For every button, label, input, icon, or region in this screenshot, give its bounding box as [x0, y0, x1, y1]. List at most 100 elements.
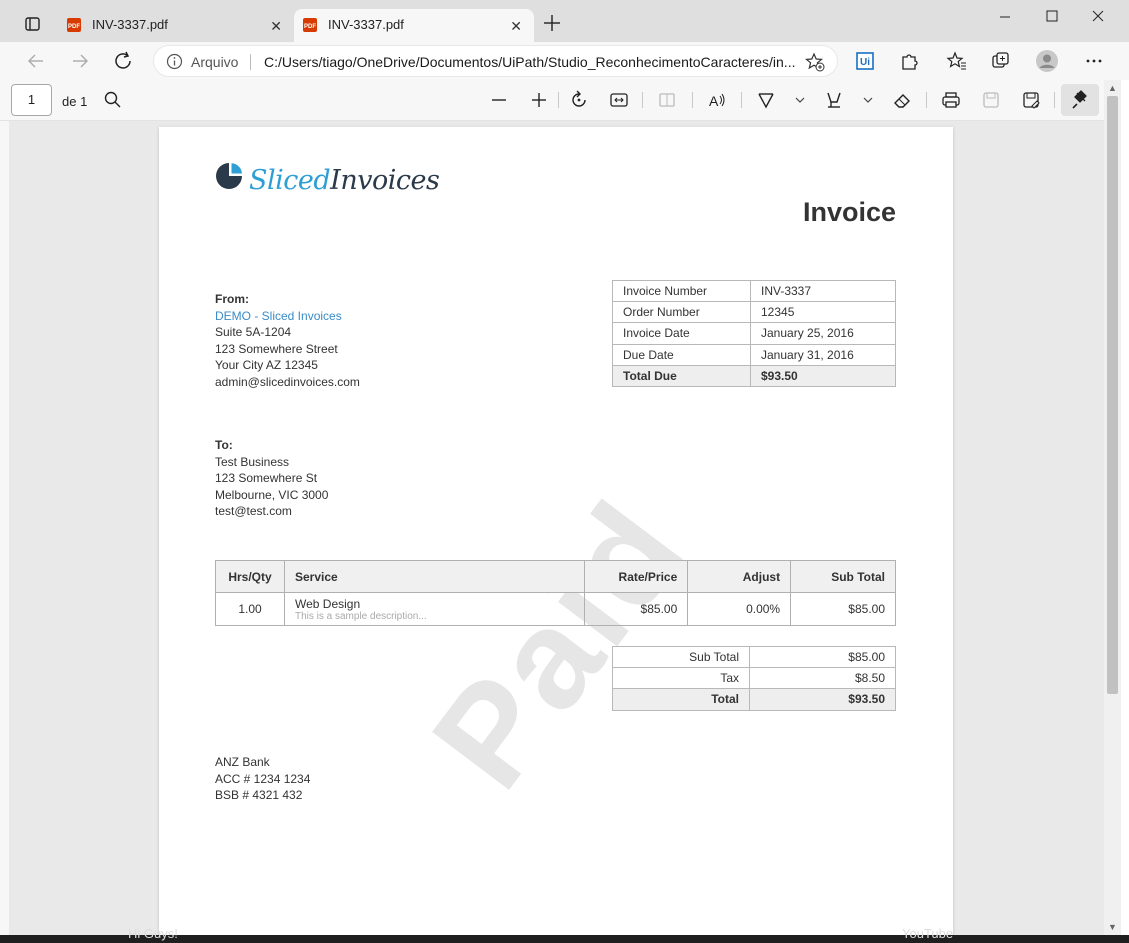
meta-label: Invoice Number: [612, 279, 751, 303]
refresh-icon[interactable]: [112, 50, 136, 72]
service-name: Web Design: [294, 596, 361, 611]
page-number-input[interactable]: 1: [11, 84, 52, 116]
extensions-icon[interactable]: [897, 49, 921, 73]
totals-label: Sub Total: [612, 645, 750, 669]
divider: [741, 92, 742, 108]
totals-value: $93.50: [749, 688, 896, 711]
eraser-icon[interactable]: [890, 88, 914, 112]
from-line: admin@slicedinvoices.com: [215, 374, 360, 389]
line-items-table: Hrs/Qty Service Rate/Price Adjust Sub To…: [215, 560, 896, 626]
from-line: 123 Somewhere Street: [215, 341, 338, 356]
invoice-meta-table: Invoice Number INV-3337 Order Number 12345…: [612, 279, 896, 387]
table-row: Tax $8.50: [612, 667, 896, 690]
meta-value: $93.50: [750, 364, 896, 387]
close-window-icon[interactable]: [1083, 6, 1113, 28]
to-line: test@test.com: [215, 504, 292, 519]
draw-icon[interactable]: [754, 88, 778, 112]
table-header-row: Hrs/Qty Service Rate/Price Adjust Sub To…: [215, 560, 896, 593]
chevron-down-icon[interactable]: [856, 88, 880, 112]
url-text[interactable]: C:/Users/tiago/OneDrive/Documentos/UiPat…: [264, 54, 795, 70]
maximize-icon[interactable]: [1037, 6, 1067, 28]
table-row: Order Number 12345: [612, 301, 896, 324]
scroll-down-icon[interactable]: ▼: [1108, 922, 1117, 932]
save-icon[interactable]: [979, 88, 1003, 112]
to-line: Test Business: [215, 454, 290, 469]
totals-table: Sub Total $85.00 Tax $8.50 Total $93.50: [612, 645, 896, 711]
totals-value: $8.50: [749, 667, 896, 690]
bank-line: ACC # 1234 1234: [215, 771, 311, 786]
add-favorite-icon[interactable]: [805, 52, 825, 72]
forward-arrow-icon[interactable]: [68, 50, 92, 72]
column-header: Rate/Price: [584, 560, 689, 593]
print-icon[interactable]: [939, 88, 963, 112]
scroll-up-icon[interactable]: ▲: [1108, 83, 1117, 93]
column-header: Hrs/Qty: [215, 560, 285, 593]
close-tab-icon[interactable]: ✕: [270, 18, 282, 35]
tab-actions-icon[interactable]: [14, 12, 57, 38]
divider: [250, 54, 251, 70]
meta-value: INV-3337: [750, 279, 896, 303]
svg-text:PDF: PDF: [304, 24, 316, 30]
close-tab-icon[interactable]: ✕: [510, 18, 522, 35]
chevron-down-icon[interactable]: [788, 88, 812, 112]
tab-inv-3337-1[interactable]: PDF INV-3337.pdf ✕: [58, 9, 294, 42]
from-block: From: DEMO - Sliced Invoices Suite 5A-12…: [215, 291, 360, 391]
meta-value: 12345: [750, 301, 896, 324]
to-line: 123 Somewhere St: [215, 471, 318, 486]
pdf-viewer[interactable]: SlicedInvoices Invoice From: DEMO - Slic…: [9, 121, 1104, 935]
profile-avatar-icon[interactable]: [1035, 49, 1059, 73]
address-input[interactable]: Arquivo C:/Users/tiago/OneDrive/Document…: [153, 45, 838, 77]
to-line: Melbourne, VIC 3000: [215, 487, 329, 502]
page-count: de 1: [62, 94, 88, 109]
meta-label: Total Due: [612, 364, 751, 387]
divider: [642, 92, 643, 108]
column-header: Adjust: [687, 560, 792, 593]
scrollbar-thumb[interactable]: [1107, 96, 1118, 694]
meta-value: January 25, 2016: [750, 322, 896, 345]
table-row: Invoice Number INV-3337: [612, 279, 896, 303]
info-icon[interactable]: [166, 53, 183, 70]
save-as-icon[interactable]: [1019, 88, 1043, 112]
new-tab-icon[interactable]: [541, 12, 563, 34]
item-rate: $85.00: [584, 592, 689, 626]
meta-label: Invoice Date: [612, 322, 751, 345]
divider: [558, 92, 559, 108]
back-arrow-icon[interactable]: [24, 50, 48, 72]
bank-line: BSB # 4321 432: [215, 788, 303, 803]
to-heading: To:: [215, 438, 233, 452]
vertical-scrollbar[interactable]: ▲ ▼: [1104, 80, 1121, 935]
zoom-out-icon[interactable]: [487, 88, 511, 112]
read-aloud-icon[interactable]: A: [705, 88, 729, 112]
bank-block: ANZ Bank ACC # 1234 1234 BSB # 4321 432: [215, 754, 310, 804]
favorites-icon[interactable]: [945, 49, 969, 73]
totals-value: $85.00: [749, 645, 896, 669]
table-row: Due Date January 31, 2016: [612, 343, 896, 366]
table-row: Total Due $93.50: [612, 364, 896, 387]
scheme-label: Arquivo: [191, 54, 239, 70]
totals-label: Total: [612, 688, 750, 711]
tab-label: INV-3337.pdf: [92, 17, 168, 32]
zoom-in-icon[interactable]: [527, 88, 551, 112]
rotate-icon[interactable]: [567, 88, 591, 112]
svg-text:A: A: [709, 93, 719, 109]
minimize-icon[interactable]: [990, 6, 1020, 28]
item-service: Web Design This is a sample description.…: [283, 592, 586, 626]
pin-toolbar-button[interactable]: [1061, 84, 1099, 116]
table-row: Invoice Date January 25, 2016: [612, 322, 896, 345]
pdf-toolbar: 1 de 1 A: [0, 80, 1129, 121]
uipath-extension-icon[interactable]: Ui: [853, 49, 877, 73]
to-block: To: Test Business 123 Somewhere St Melbo…: [215, 437, 328, 520]
svg-text:Ui: Ui: [860, 57, 870, 68]
paid-watermark: Paid: [401, 472, 715, 816]
collections-icon[interactable]: [989, 49, 1013, 73]
page-view-icon[interactable]: [655, 88, 679, 112]
background-caption: YouTube: [902, 926, 954, 941]
highlight-icon[interactable]: [822, 88, 846, 112]
divider: [692, 92, 693, 108]
tab-strip: PDF INV-3337.pdf ✕ PDF INV-3337.pdf ✕: [0, 0, 1129, 42]
fit-width-icon[interactable]: [607, 88, 631, 112]
background-caption: Hi Guys!: [128, 926, 178, 941]
tab-inv-3337-2[interactable]: PDF INV-3337.pdf ✕: [294, 9, 534, 42]
more-options-icon[interactable]: [1082, 49, 1106, 73]
search-icon[interactable]: [101, 88, 125, 112]
